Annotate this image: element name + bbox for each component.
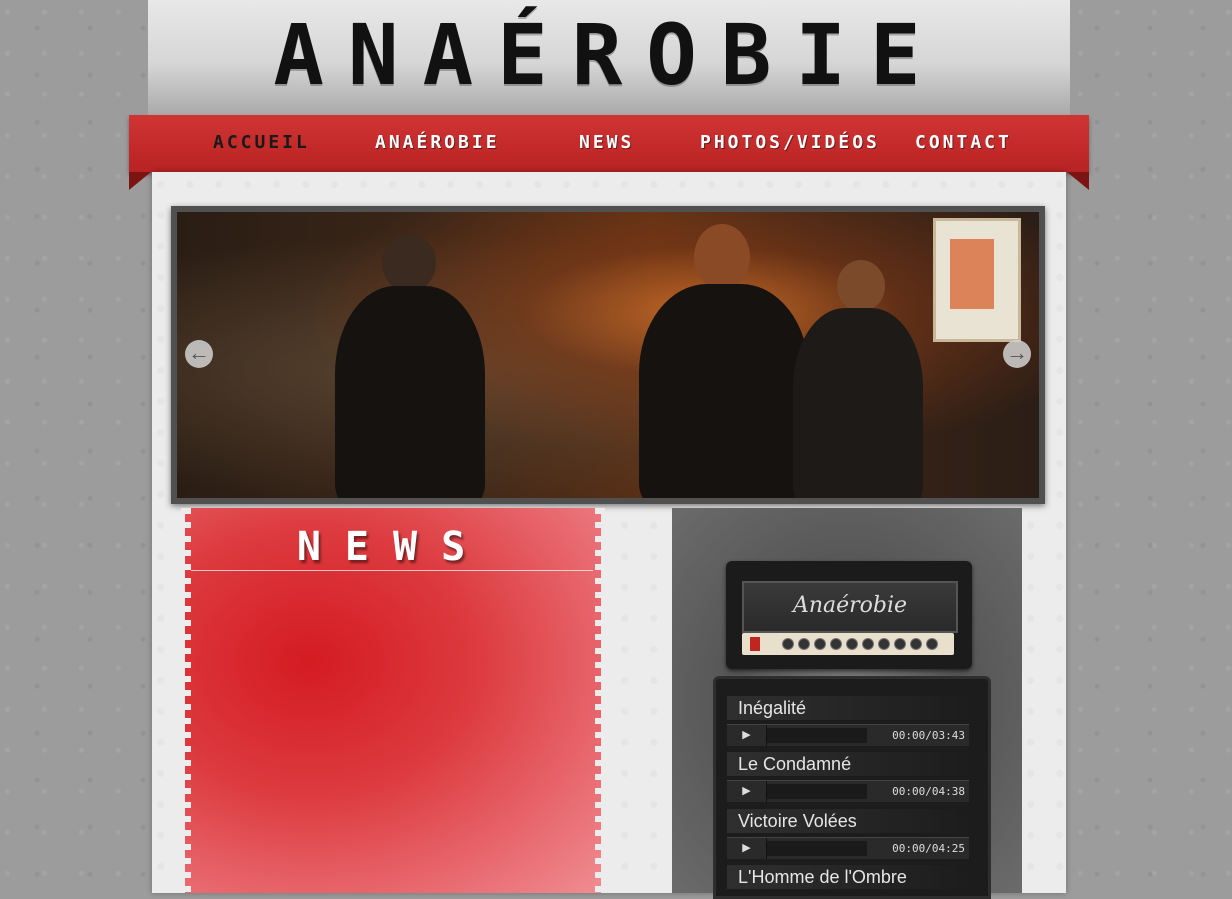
track-item: Inégalité ▶ 00:00/03:43 [727, 696, 969, 746]
nav-item-accueil[interactable]: ACCUEIL [213, 131, 310, 155]
track-title: Le Condamné [727, 752, 969, 776]
track-progress-bar[interactable] [767, 841, 867, 856]
amp-grill: Anaérobie [742, 581, 958, 633]
amp-knob-icon [798, 638, 810, 650]
guitarist-right-head [837, 260, 885, 312]
track-controls: ▶ 00:00/04:25 [727, 837, 969, 859]
amp-knob-icon [894, 638, 906, 650]
track-time: 00:00/03:43 [892, 729, 965, 742]
track-item: Victoire Volées ▶ 00:00/04:25 [727, 809, 969, 859]
amp-knob-icon [814, 638, 826, 650]
amp-power-switch-icon [750, 637, 760, 651]
slide-image-band-live [177, 212, 1039, 498]
nav-ribbon-fold-right [1067, 172, 1089, 190]
track-controls: ▶ 00:00/04:38 [727, 780, 969, 802]
nav-item-news[interactable]: NEWS [579, 131, 634, 155]
site-logo-title: ANAÉROBIE [273, 6, 945, 104]
track-item: Le Condamné ▶ 00:00/04:38 [727, 752, 969, 802]
track-time: 00:00/04:38 [892, 785, 965, 798]
track-time: 00:00/04:25 [892, 842, 965, 855]
slider-prev-arrow-icon[interactable]: ← [185, 340, 213, 368]
musician-left-head [382, 234, 436, 292]
track-item: L'Homme de l'Ombre [727, 865, 969, 889]
amp-brand-label: Anaérobie [792, 593, 908, 618]
news-heading: NEWS [296, 524, 490, 570]
amp-knob-icon [862, 638, 874, 650]
amp-knob-icon [878, 638, 890, 650]
singer [639, 284, 809, 498]
guitarist-right [793, 308, 923, 498]
amp-knob-icon [782, 638, 794, 650]
amp-knob-icon [830, 638, 842, 650]
musician-left [335, 286, 485, 498]
track-controls: ▶ 00:00/03:43 [727, 724, 969, 746]
amp-knob-icon [926, 638, 938, 650]
main-navigation: ACCUEIL ANAÉROBIE NEWS PHOTOS/VIDÉOS CON… [129, 115, 1089, 190]
track-title: L'Homme de l'Ombre [727, 865, 969, 889]
play-icon[interactable]: ▶ [727, 838, 767, 859]
slider-next-arrow-icon[interactable]: → [1003, 340, 1031, 368]
photo-slider: ← → [171, 206, 1045, 504]
nav-item-contact[interactable]: CONTACT [915, 131, 1012, 155]
singer-head [694, 224, 750, 290]
news-divider [191, 570, 593, 571]
amp-knob-icon [910, 638, 922, 650]
track-title: Inégalité [727, 696, 969, 720]
amp-knob-icon [846, 638, 858, 650]
site-header-banner: ANAÉROBIE [148, 0, 1070, 115]
track-progress-bar[interactable] [767, 784, 867, 799]
nav-ribbon-fold-left [129, 172, 151, 190]
track-title: Victoire Volées [727, 809, 969, 833]
track-progress-bar[interactable] [767, 728, 867, 743]
news-section: NEWS [181, 508, 605, 893]
wall-poster [933, 218, 1021, 342]
nav-item-anaerobie[interactable]: ANAÉROBIE [375, 131, 500, 155]
play-icon[interactable]: ▶ [727, 725, 767, 746]
amp-head-graphic: Anaérobie [726, 561, 972, 669]
amp-control-panel [742, 633, 954, 655]
nav-item-photos-videos[interactable]: PHOTOS/VIDÉOS [700, 131, 880, 155]
play-icon[interactable]: ▶ [727, 781, 767, 802]
